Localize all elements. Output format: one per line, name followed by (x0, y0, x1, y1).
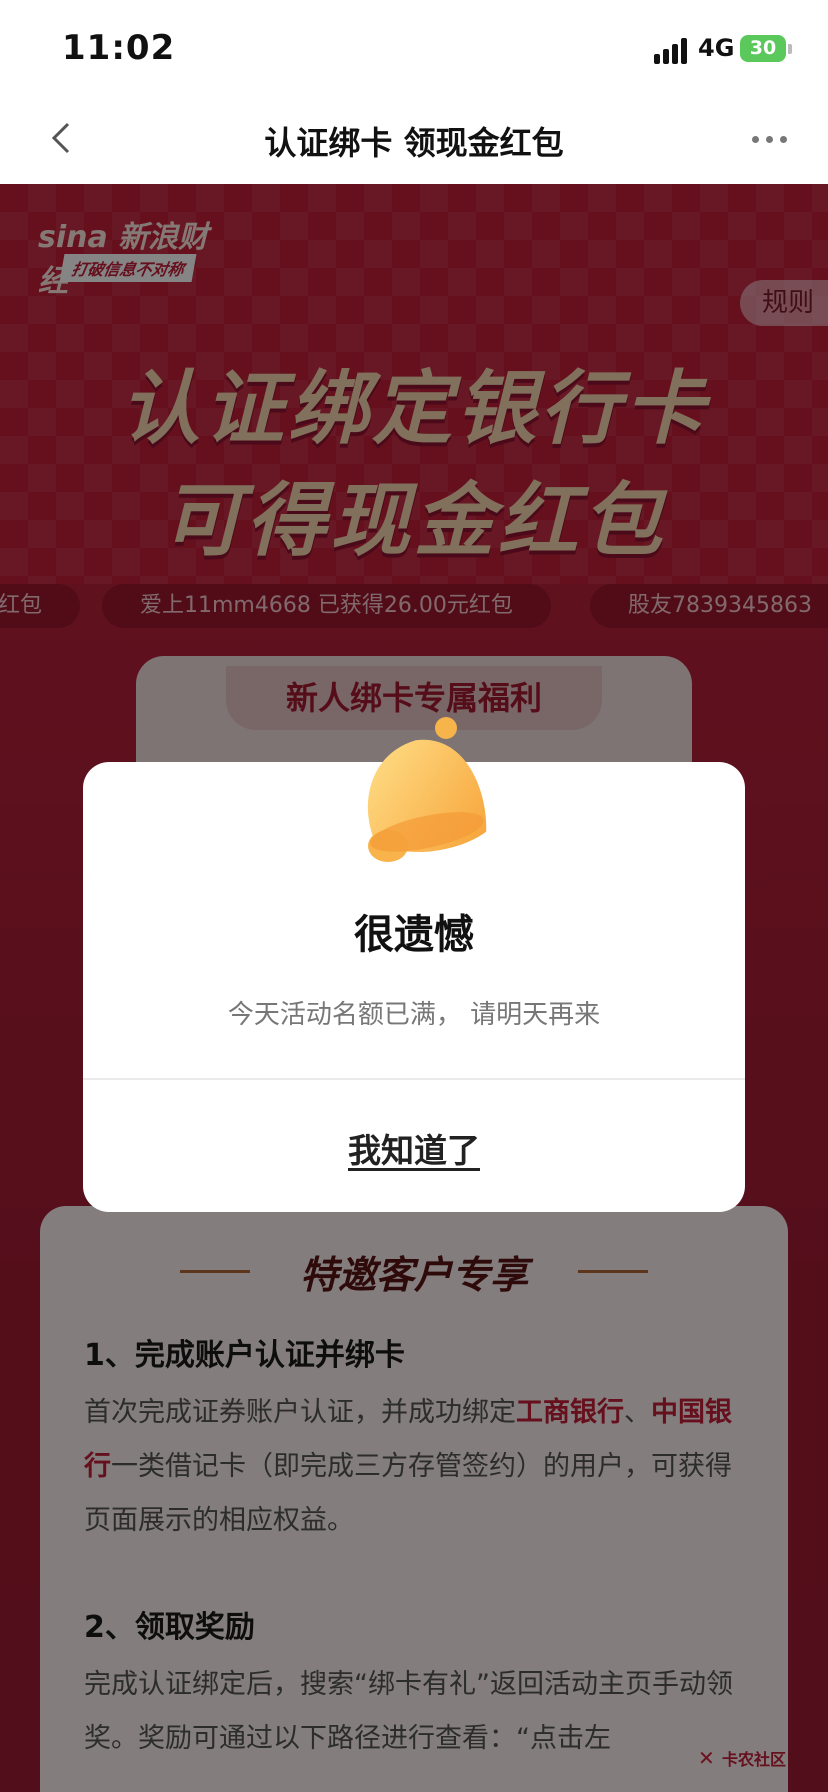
notice-dialog: 很遗憾 今天活动名额已满， 请明天再来 我知道了 (83, 717, 745, 1212)
dialog-divider (83, 1078, 745, 1080)
got-it-button[interactable]: 我知道了 (83, 1124, 745, 1172)
more-icon (752, 136, 759, 143)
battery-icon: 30 (740, 35, 792, 62)
bell-icon (367, 717, 487, 862)
status-time: 11:02 (62, 28, 176, 68)
dialog-title: 很遗憾 (354, 912, 474, 958)
signal-icon (654, 38, 690, 64)
nav-bar: 认证绑卡 领现金红包 (0, 96, 828, 184)
page-title: 认证绑卡 领现金红包 (264, 124, 564, 162)
battery-level: 30 (749, 37, 777, 59)
status-bar: 11:02 4G 30 (0, 0, 828, 96)
more-options-button[interactable] (752, 136, 788, 146)
dialog-message: 今天活动名额已满， 请明天再来 (227, 1000, 601, 1030)
network-type: 4G (698, 34, 735, 62)
